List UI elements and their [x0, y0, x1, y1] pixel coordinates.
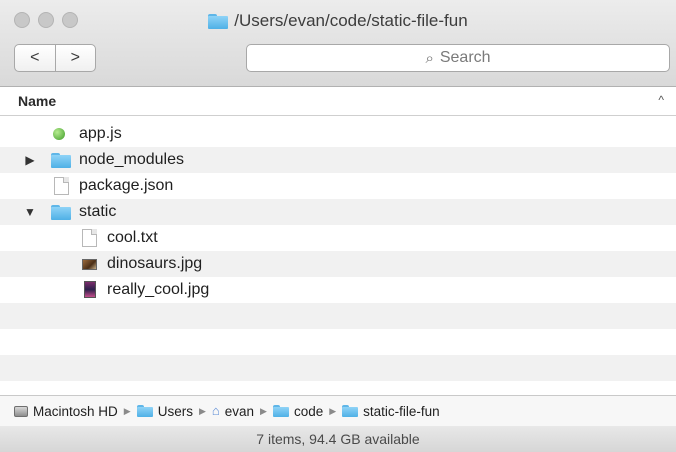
chevron-left-icon: <	[30, 49, 40, 66]
empty-row	[0, 329, 676, 355]
column-header-name[interactable]: Name	[18, 93, 56, 109]
sort-ascending-icon[interactable]: ^	[658, 93, 664, 107]
path-bar: Macintosh HD ▶ Users ▶ ⌂ evan ▶ code ▶ s…	[0, 395, 676, 427]
back-button[interactable]: <	[15, 45, 56, 71]
path-separator-icon: ▶	[123, 405, 131, 416]
file-row-cool-txt[interactable]: cool.txt	[0, 225, 676, 251]
file-row-really-cool-jpg[interactable]: really_cool.jpg	[0, 277, 676, 303]
path-item-label: evan	[224, 403, 255, 419]
path-item-label: code	[293, 403, 324, 419]
path-item-label: Users	[157, 403, 193, 419]
column-header-row: Name ^	[0, 87, 676, 116]
disclosure-triangle-right-icon[interactable]: ▶	[23, 153, 37, 167]
path-item-code[interactable]: code	[272, 403, 324, 419]
empty-row	[0, 355, 676, 381]
window-title: /Users/evan/code/static-file-fun	[0, 10, 676, 35]
file-name: cool.txt	[107, 229, 158, 246]
chevron-right-icon: >	[70, 49, 80, 66]
js-file-icon	[53, 128, 65, 140]
toolbar: /Users/evan/code/static-file-fun < > ⌕ S…	[0, 0, 676, 87]
image-icon	[84, 281, 96, 298]
empty-row	[0, 303, 676, 329]
hard-drive-icon	[14, 405, 28, 417]
search-field[interactable]: ⌕ Search	[246, 44, 670, 72]
home-icon: ⌂	[211, 403, 220, 418]
disclosure-triangle-down-icon[interactable]: ▼	[23, 205, 37, 219]
file-row-package-json[interactable]: package.json	[0, 173, 676, 199]
path-item-evan[interactable]: ⌂ evan	[212, 404, 254, 419]
path-item-macintosh-hd[interactable]: Macintosh HD	[14, 404, 118, 419]
folder-row-static[interactable]: ▼ static	[0, 199, 676, 225]
file-name: node_modules	[79, 151, 184, 168]
folder-icon	[342, 405, 359, 417]
folder-icon	[136, 405, 153, 417]
folder-icon	[51, 153, 71, 168]
file-list: app.js ▶ node_modules package.json ▼ sta…	[0, 121, 676, 395]
folder-icon	[208, 13, 229, 29]
search-icon: ⌕	[425, 49, 434, 67]
folder-icon	[272, 405, 289, 417]
file-name: package.json	[79, 177, 174, 194]
file-name: dinosaurs.jpg	[107, 255, 203, 272]
finder-window: /Users/evan/code/static-file-fun < > ⌕ S…	[0, 0, 676, 452]
search-placeholder: Search	[439, 49, 491, 66]
file-row-dinosaurs-jpg[interactable]: dinosaurs.jpg	[0, 251, 676, 277]
navigation-buttons: < >	[14, 44, 96, 72]
file-row-app-js[interactable]: app.js	[0, 121, 676, 147]
path-separator-icon: ▶	[198, 405, 206, 416]
window-title-text: /Users/evan/code/static-file-fun	[234, 11, 468, 30]
document-icon	[54, 177, 69, 195]
file-name: static	[79, 203, 117, 220]
path-item-label: Macintosh HD	[33, 403, 118, 419]
image-icon	[82, 259, 97, 270]
status-text: 7 items, 94.4 GB available	[256, 431, 420, 447]
file-name: app.js	[79, 125, 122, 142]
document-icon	[82, 229, 97, 247]
path-separator-icon: ▶	[260, 405, 267, 416]
path-item-static-file-fun[interactable]: static-file-fun	[342, 404, 440, 419]
folder-row-node-modules[interactable]: ▶ node_modules	[0, 147, 676, 173]
file-name: really_cool.jpg	[107, 281, 210, 298]
path-item-users[interactable]: Users	[136, 403, 193, 419]
path-separator-icon: ▶	[329, 405, 337, 416]
forward-button[interactable]: >	[56, 45, 96, 71]
status-bar: 7 items, 94.4 GB available	[0, 426, 676, 452]
path-item-label: static-file-fun	[363, 403, 440, 419]
folder-icon	[51, 205, 71, 220]
